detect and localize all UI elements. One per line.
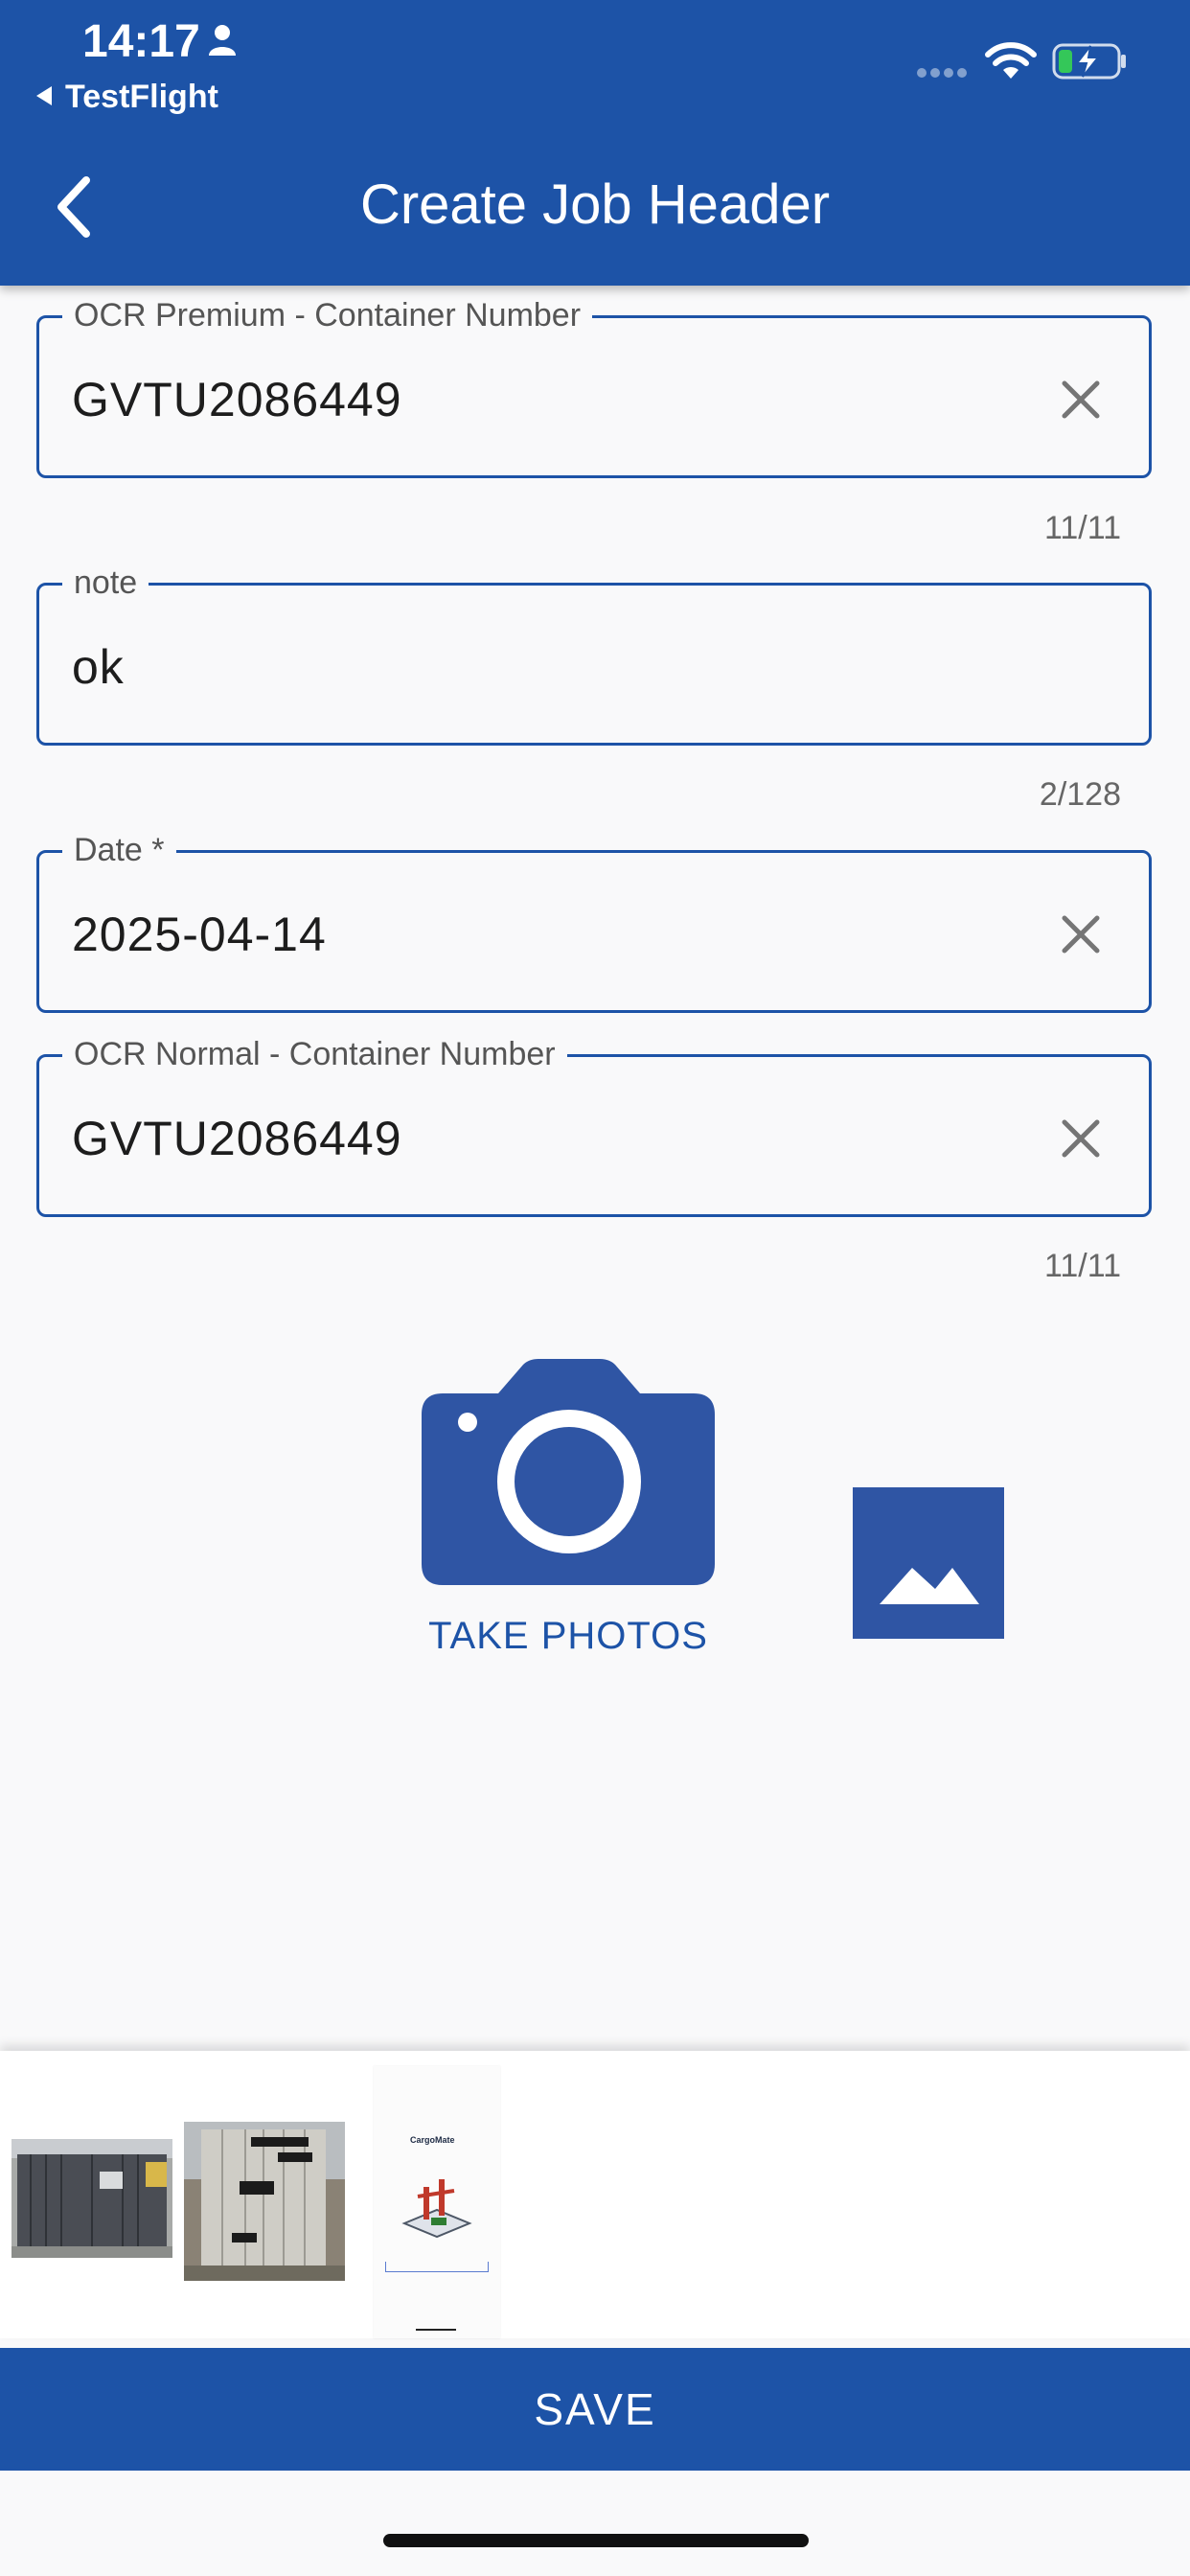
status-time: 14:17 [82,16,200,67]
page-title: Create Job Header [359,173,831,236]
gallery-image-icon[interactable] [853,1487,1004,1639]
field-value[interactable]: ok [72,639,125,695]
field-value[interactable]: 2025-04-14 [72,907,327,962]
character-counter: 11/11 [1043,510,1121,546]
home-indicator [383,2534,809,2547]
note-field[interactable]: note ok [36,564,1152,746]
app-bar: 14:17 TestFlight Create Job Header [0,0,1190,286]
clear-icon[interactable] [1057,376,1105,424]
ocr-premium-container-field[interactable]: OCR Premium - Container Number GVTU20864… [36,297,1152,478]
thumbnail-app-title: CargoMate [410,2135,455,2145]
thumbnail-input-line [385,2262,489,2272]
save-button[interactable]: SAVE [0,2348,1190,2471]
thumbnail-container-photo-1[interactable] [11,2139,172,2258]
take-photos-button[interactable]: TAKE PHOTOS [378,1615,758,1658]
back-triangle-icon [36,86,52,105]
clear-icon[interactable] [1057,1115,1105,1162]
field-label: note [62,564,149,602]
field-label: OCR Premium - Container Number [62,297,593,334]
back-to-testflight[interactable]: TestFlight [36,79,218,116]
thumbnail-app-screenshot[interactable]: CargoMate [374,2066,500,2338]
character-counter: 2/128 [1039,776,1121,813]
camera-icon[interactable] [422,1359,715,1587]
photo-thumbnail-strip: CargoMate [0,2051,1190,2338]
field-value[interactable]: GVTU2086449 [72,372,402,427]
cellular-signal-icon [917,68,967,78]
ocr-normal-container-field[interactable]: OCR Normal - Container Number GVTU208644… [36,1036,1152,1217]
battery-charging-icon [1052,43,1126,80]
field-label: OCR Normal - Container Number [62,1036,567,1073]
cargo-illustration-icon [401,2179,472,2239]
person-icon [209,25,236,56]
thumbnail-underline [416,2329,456,2331]
date-field[interactable]: Date * 2025-04-14 [36,832,1152,1013]
save-label: SAVE [534,2384,656,2434]
field-label: Date * [62,832,176,869]
thumbnail-container-photo-2[interactable] [184,2122,345,2281]
character-counter: 11/11 [1043,1248,1121,1284]
clear-icon[interactable] [1057,910,1105,958]
back-app-label: TestFlight [65,79,218,115]
wifi-icon [985,42,1037,79]
field-value[interactable]: GVTU2086449 [72,1111,402,1166]
